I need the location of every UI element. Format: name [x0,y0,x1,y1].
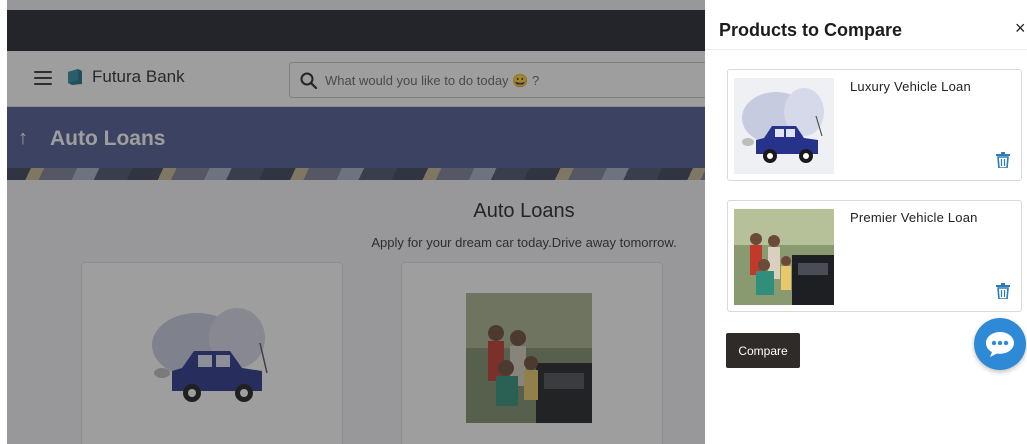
compare-product-card: Premier Vehicle Loan [727,200,1022,312]
close-icon[interactable]: × [1015,18,1026,39]
product-name: Luxury Vehicle Loan [850,79,971,94]
panel-title: Products to Compare [719,20,903,40]
chat-icon [986,332,1014,357]
trash-icon[interactable] [996,152,1010,168]
product-thumbnail [734,78,834,174]
family-with-car-photo [734,209,834,305]
car-illustration [734,78,834,174]
product-name: Premier Vehicle Loan [850,210,978,225]
compare-product-card: Luxury Vehicle Loan [727,69,1022,181]
left-edge [0,0,7,444]
compare-button[interactable]: Compare [726,333,800,368]
compare-panel: Products to Compare × Luxury Vehicle Loa… [705,0,1027,444]
modal-overlay[interactable] [0,0,705,444]
trash-icon[interactable] [996,283,1010,299]
chat-button[interactable] [974,318,1026,370]
product-thumbnail [734,209,834,305]
panel-header: Products to Compare × [705,10,1027,50]
